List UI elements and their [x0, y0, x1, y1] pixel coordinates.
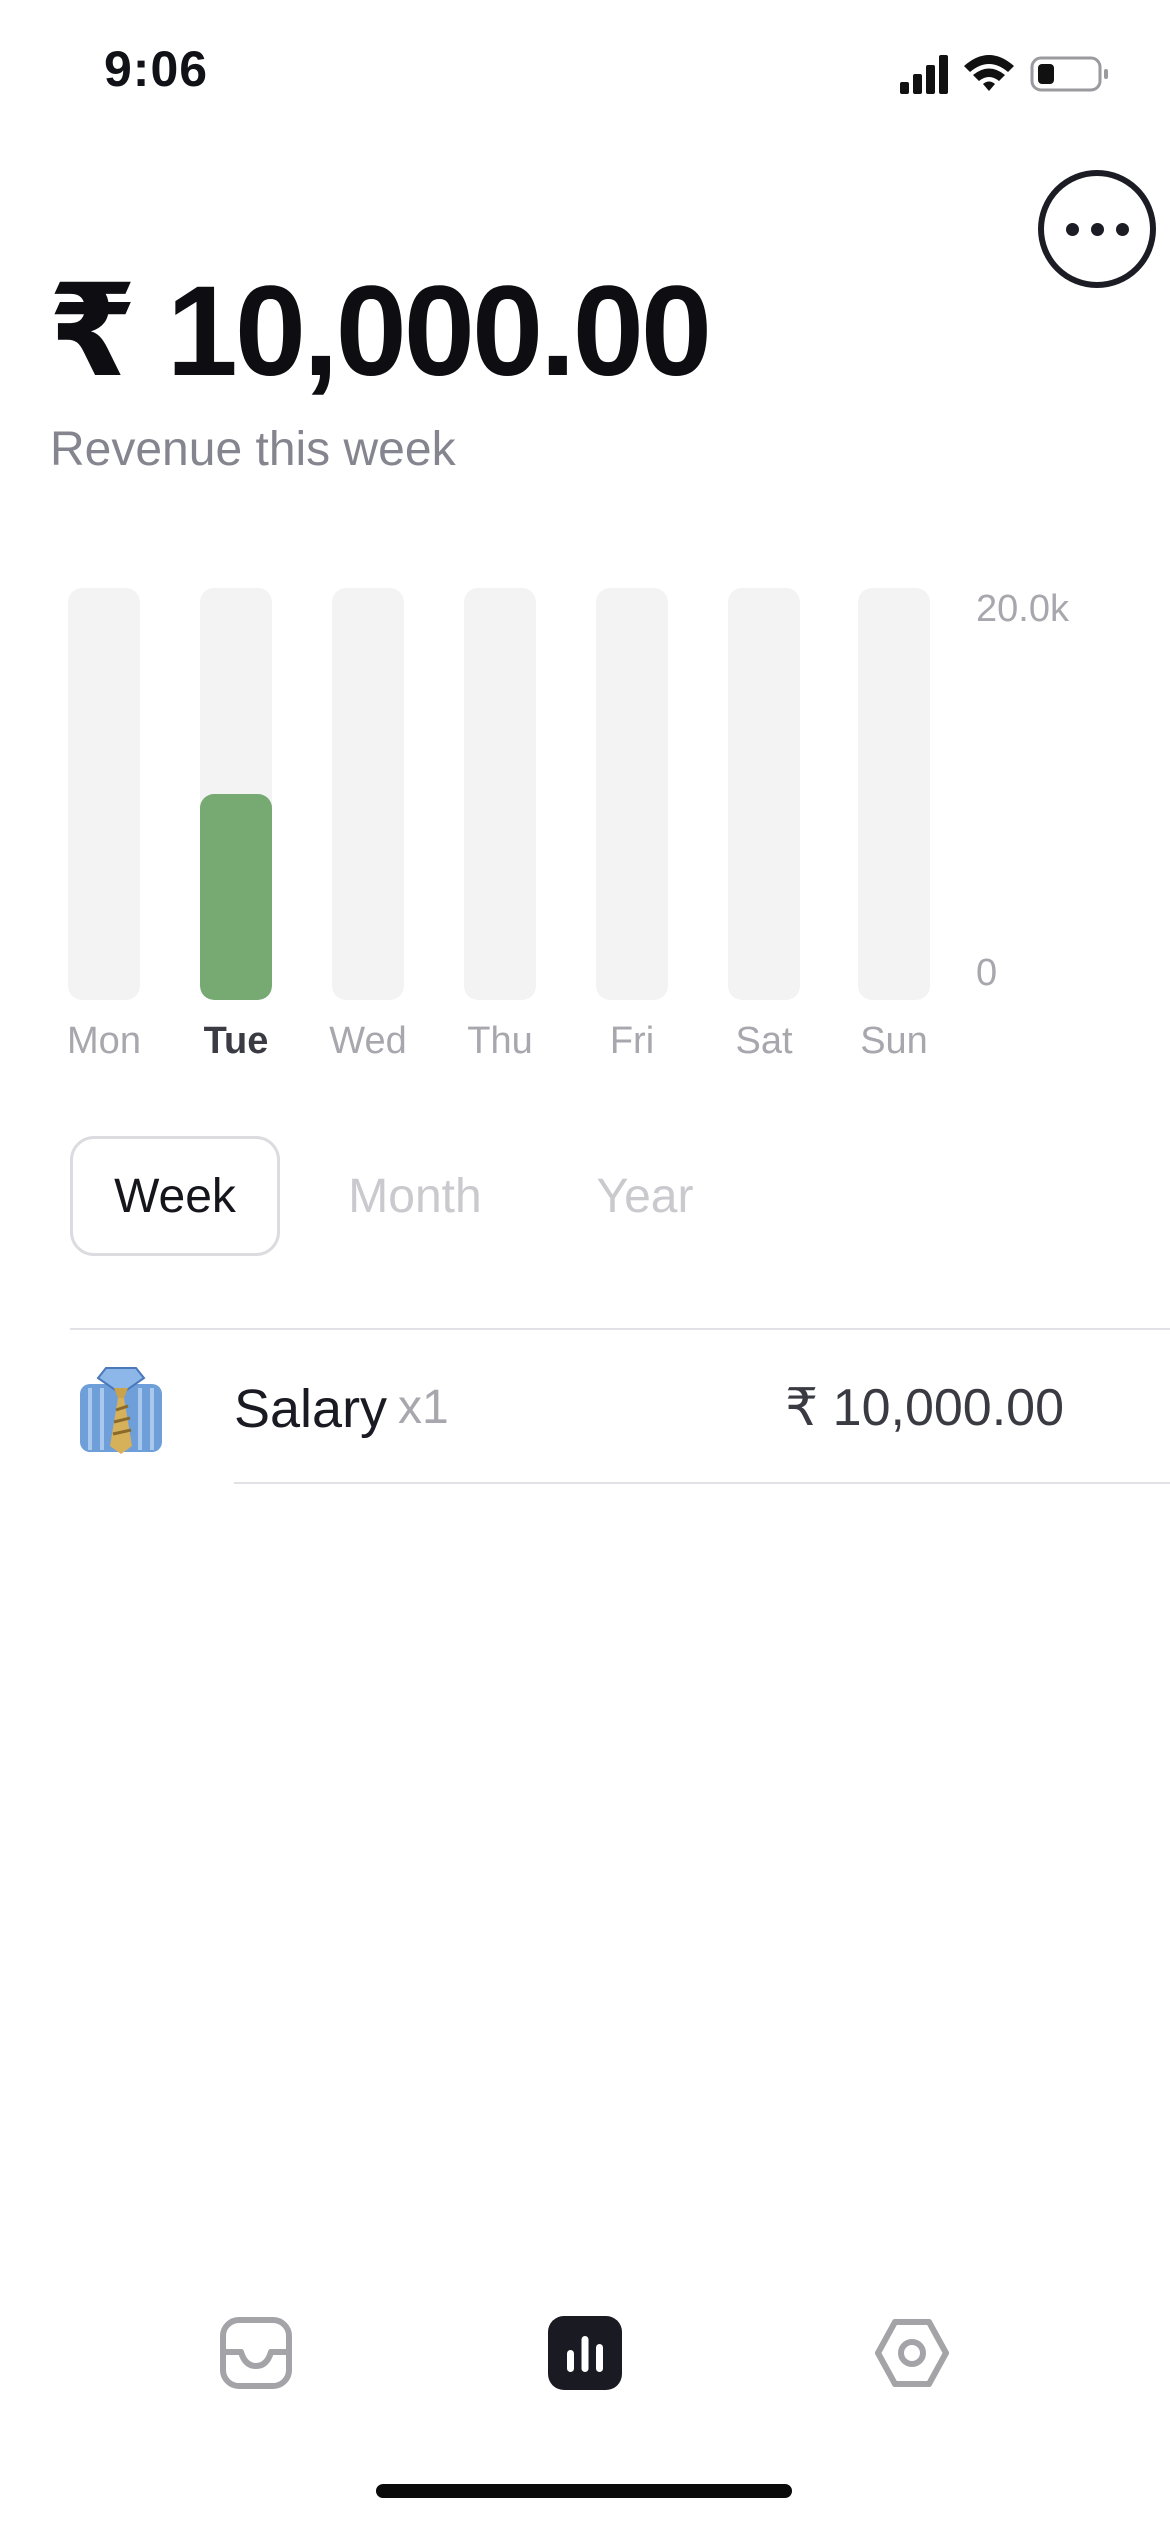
inbox-icon[interactable]: [219, 2316, 293, 2390]
tab-month[interactable]: Month: [330, 1136, 500, 1256]
bar-track-mon: [68, 588, 140, 1000]
bar-track-sun: [858, 588, 930, 1000]
transaction-quantity: x1: [398, 1381, 449, 1434]
bar-track-tue: [200, 588, 272, 1000]
revenue-subtitle: Revenue this week: [50, 423, 456, 476]
bar-tue: [200, 794, 272, 1000]
dot-icon: [1065, 222, 1079, 236]
tab-year[interactable]: Year: [580, 1136, 710, 1256]
home-indicator: [376, 2484, 792, 2498]
day-label-sun[interactable]: Sun: [814, 1020, 974, 1063]
necktie-shirt-icon: [80, 1367, 162, 1454]
cellular-signal-icon: [900, 55, 948, 94]
more-options-button[interactable]: [1038, 170, 1156, 288]
bar-track-wed: [332, 588, 404, 1000]
status-icons: [900, 55, 1108, 94]
y-tick-min: 0: [976, 952, 998, 994]
status-time: 9:06: [104, 41, 209, 97]
transaction-amount: ₹ 10,000.00: [785, 1379, 1064, 1437]
settings-icon[interactable]: [875, 2316, 949, 2390]
transaction-name: Salary: [234, 1379, 388, 1439]
wifi-icon: [964, 55, 1014, 91]
revenue-amount: ₹ 10,000.00: [48, 260, 712, 403]
bar-track-thu: [464, 588, 536, 1000]
dot-icon: [1115, 222, 1129, 236]
y-tick-max: 20.0k: [976, 588, 1069, 630]
dot-icon: [1090, 222, 1104, 236]
list-divider-top: [70, 1328, 1170, 1330]
battery-icon: [1030, 56, 1108, 92]
bar-track-sat: [728, 588, 800, 1000]
list-divider-bottom: [234, 1482, 1170, 1484]
bar-track-fri: [596, 588, 668, 1000]
tab-week[interactable]: Week: [70, 1136, 280, 1256]
stats-icon[interactable]: [548, 2316, 622, 2390]
